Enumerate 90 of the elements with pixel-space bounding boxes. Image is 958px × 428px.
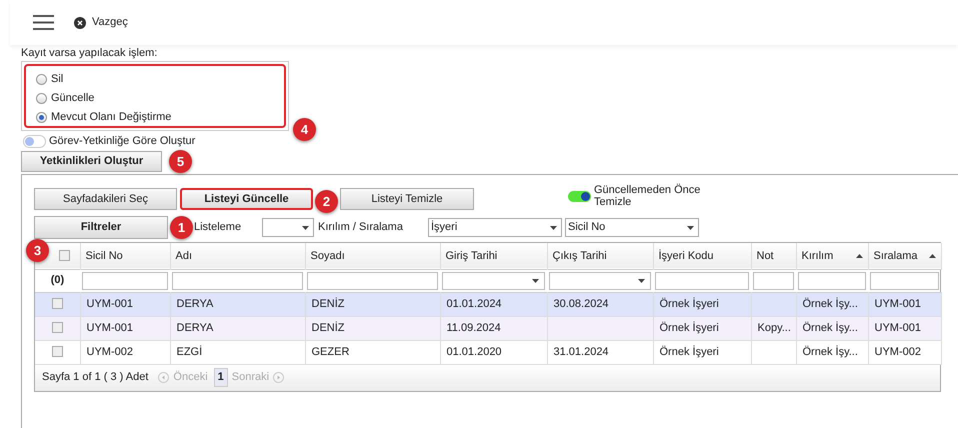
filter-dropdown[interactable] <box>549 272 651 290</box>
table-cell: 01.01.2024 <box>446 298 502 310</box>
column-header[interactable]: Soyadı <box>305 243 440 269</box>
table-cell: Örnek İşy... <box>802 298 858 310</box>
close-icon <box>74 16 86 28</box>
filter-count: (0) <box>35 269 80 292</box>
step-badge: 5 <box>169 150 192 173</box>
sort-arrow-icon <box>856 254 862 258</box>
table-cell: DENİZ <box>312 322 344 334</box>
column-header[interactable]: Giriş Tarihi <box>440 243 547 269</box>
table-row[interactable]: UYM-002 EZGİ GEZER 01.01.2020 31.01.2024 Örnek İşyeri Örnek İşy... UYM-002 <box>35 340 941 364</box>
column-header[interactable]: İşyeri Kodu <box>653 243 751 269</box>
column-header[interactable]: Sicil No <box>80 243 170 269</box>
sort-arrow-icon <box>928 254 936 258</box>
column-header[interactable]: Sıralama <box>868 243 941 269</box>
cancel-button[interactable]: Vazgeç <box>74 14 128 31</box>
table-cell: 11.09.2024 <box>446 322 501 334</box>
step-badge: 3 <box>26 239 49 262</box>
caret-icon <box>550 226 557 230</box>
filter-input[interactable] <box>798 272 866 290</box>
checkbox[interactable] <box>52 322 63 334</box>
table-cell: DERYA <box>176 322 214 334</box>
filters-button[interactable]: Filtreler <box>34 216 168 239</box>
filter-input[interactable] <box>172 272 303 290</box>
filter-input[interactable] <box>870 272 939 290</box>
action-button[interactable]: Listeyi Temizle <box>340 188 474 210</box>
section-label: Kayıt varsa yapılacak işlem: <box>21 46 158 60</box>
toggle-switch[interactable] <box>23 134 46 148</box>
table-cell: UYM-002 <box>86 346 133 358</box>
field-label: Kırılım / Sıralama <box>318 220 404 236</box>
page-summary: Sayfa 1 of 1 ( 3 ) Adet <box>42 370 148 386</box>
step-badge: 4 <box>293 118 316 141</box>
filter-input[interactable] <box>753 272 794 290</box>
table-cell: Örnek İşy... <box>802 322 858 334</box>
toggle-label: Görev-Yetkinliğe Göre Oluştur <box>49 134 196 149</box>
step-badge: 1 <box>170 216 193 239</box>
table-cell: Örnek İşyeri <box>660 322 719 334</box>
checkbox[interactable] <box>52 346 63 358</box>
table-cell: DENİZ <box>312 298 344 310</box>
table-row[interactable]: UYM-001 DERYA DENİZ 11.09.2024 Örnek İşyeri Kopy... Örnek İşy... UYM-001 <box>35 316 941 340</box>
table-cell: 01.01.2020 <box>446 346 502 358</box>
table-cell: UYM-002 <box>874 346 921 358</box>
menu-icon[interactable] <box>33 15 54 30</box>
caret-icon <box>302 226 309 230</box>
caret-icon <box>532 278 539 282</box>
filter-dropdown[interactable] <box>442 272 545 290</box>
action-button[interactable]: Sayfadakileri Seç <box>34 188 177 210</box>
table-cell: DERYA <box>176 298 214 310</box>
table-row[interactable]: UYM-001 DERYA DENİZ 01.01.2024 30.08.2024 Örnek İşyeri Örnek İşy... UYM-001 <box>35 292 941 316</box>
column-header[interactable]: Adı <box>170 243 305 269</box>
checkbox[interactable] <box>58 250 70 262</box>
create-button[interactable]: Yetkinlikleri Oluştur <box>21 151 162 172</box>
table-cell: Örnek İşyeri <box>660 346 719 358</box>
column-header[interactable]: Çıkış Tarihi <box>547 243 653 269</box>
page-number[interactable]: 1 <box>214 368 228 387</box>
action-button[interactable]: Listeyi Güncelle <box>180 188 313 210</box>
table-cell: UYM-001 <box>874 298 921 310</box>
filter-input[interactable] <box>82 272 168 290</box>
caret-icon <box>687 226 694 230</box>
radio-button[interactable] <box>36 112 47 123</box>
table-cell: UYM-001 <box>86 298 133 310</box>
radio-button[interactable] <box>36 93 47 104</box>
previous-icon[interactable] <box>158 372 170 383</box>
column-header[interactable]: Kırılım <box>796 243 868 269</box>
radio-option[interactable]: Mevcut Olanı Değiştirme <box>36 110 284 125</box>
radio-option[interactable]: Güncelle <box>36 91 284 106</box>
table-cell: Kopy... <box>758 322 791 334</box>
radio-button[interactable] <box>36 74 47 85</box>
toggle-label: Güncellemeden Önce Temizle <box>594 184 702 208</box>
toggle-switch[interactable] <box>568 190 591 202</box>
table-cell: GEZER <box>312 346 350 358</box>
table-cell: EZGİ <box>176 346 202 358</box>
radio-option[interactable]: Sil <box>36 72 284 87</box>
table-cell: UYM-001 <box>86 322 133 334</box>
filter-input[interactable] <box>655 272 749 290</box>
step-badge: 2 <box>315 190 338 213</box>
filter-input[interactable] <box>307 272 438 290</box>
table-cell: Örnek İşyeri <box>660 298 719 310</box>
field-label: Listeleme <box>194 220 242 236</box>
caret-icon <box>638 278 645 282</box>
dropdown[interactable] <box>262 218 314 237</box>
column-header[interactable]: Not <box>751 243 796 269</box>
table-cell: 31.01.2024 <box>554 346 609 358</box>
next-icon[interactable] <box>273 372 284 383</box>
dropdown[interactable]: İşyeri <box>428 218 562 237</box>
table-cell: UYM-001 <box>874 322 921 334</box>
table-cell: 30.08.2024 <box>554 298 609 310</box>
table-cell: Örnek İşy... <box>802 346 858 358</box>
dropdown[interactable]: Sicil No <box>565 218 699 237</box>
checkbox[interactable] <box>52 298 63 310</box>
